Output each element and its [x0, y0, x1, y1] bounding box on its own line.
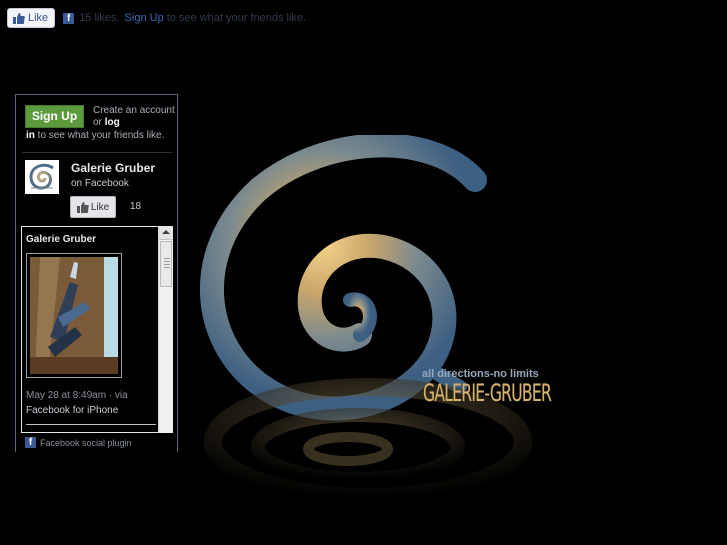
divider	[22, 152, 172, 153]
facebook-icon: f	[63, 12, 75, 24]
top-like-bar: Like f 15 likes. Sign Up to see what you…	[7, 7, 306, 29]
thumbs-up-icon	[13, 12, 25, 24]
page-like-button[interactable]: Like	[70, 196, 116, 218]
signup-link[interactable]: Sign Up	[125, 12, 164, 24]
post-photo-image	[30, 257, 118, 374]
footer-text[interactable]: Facebook social plugin	[40, 438, 132, 448]
page-subtitle: on Facebook	[71, 178, 129, 189]
logo-brand-text: GALERIE-GRUBER	[423, 379, 552, 407]
like-button[interactable]: Like	[7, 8, 56, 28]
scrollbar-thumb[interactable]	[160, 241, 172, 287]
friends-like-text: to see what your friends like.	[166, 12, 307, 24]
plugin-footer: f Facebook social plugin	[25, 437, 132, 448]
log-link[interactable]: log	[105, 117, 120, 128]
page-logo-icon[interactable]	[25, 160, 59, 194]
create-account-text: Create an account or log	[93, 105, 177, 129]
create-account-suffix: to see what your friends like.	[37, 130, 165, 141]
in-link[interactable]: in	[26, 130, 35, 141]
post-timestamp: May 28 at 8:49am · via	[26, 390, 128, 401]
like-button-label: Like	[28, 12, 49, 24]
post-app-link[interactable]: Facebook for iPhone	[26, 405, 118, 416]
thumbs-up-icon	[76, 201, 89, 213]
create-account-text-line: in to see what your friends like.	[26, 130, 164, 142]
facebook-icon: f	[25, 437, 36, 448]
scroll-up-arrow-icon[interactable]	[159, 226, 173, 240]
post-author[interactable]: Galerie Gruber	[26, 234, 96, 245]
page-like-count: 18	[130, 201, 142, 212]
signup-button[interactable]: Sign Up	[25, 105, 84, 128]
likes-count-text: 15 likes.	[79, 12, 120, 24]
page-like-label: Like	[90, 201, 110, 213]
page-name[interactable]: Galerie Gruber	[71, 161, 155, 175]
facebook-like-box: Sign Up Create an account or log in to s…	[15, 94, 178, 452]
post-divider	[26, 424, 156, 425]
stream-scrollbar[interactable]	[158, 226, 173, 433]
galerie-gruber-logo	[200, 135, 532, 506]
page-stream: Galerie Gruber May 28 at 8:49am · via Fa…	[21, 226, 173, 433]
post-photo[interactable]	[26, 253, 122, 378]
